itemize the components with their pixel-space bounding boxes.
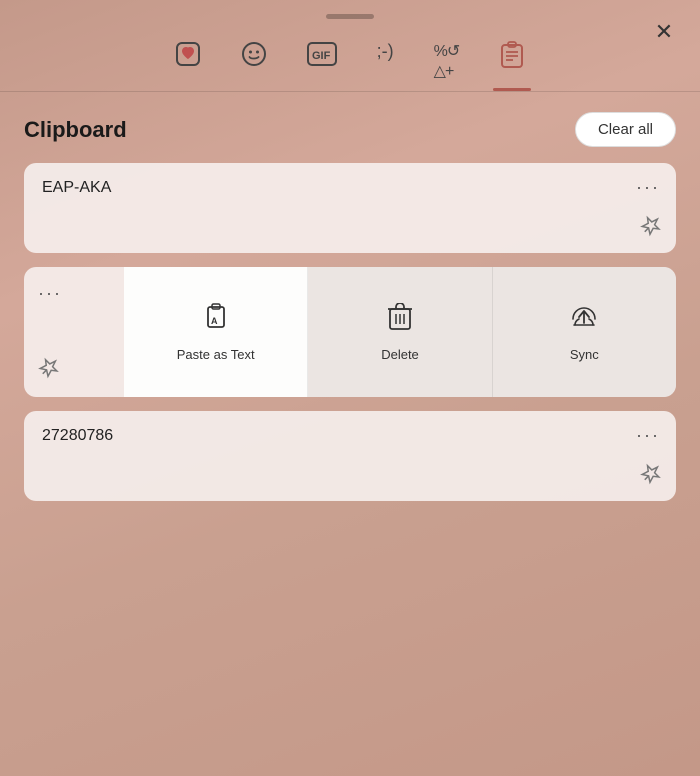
kaomoji-icon: ;-) bbox=[377, 41, 394, 62]
paste-as-text-button[interactable]: A Paste as Text bbox=[124, 267, 308, 397]
clipboard-item-2-more[interactable]: ··· bbox=[38, 283, 62, 304]
clipboard-item-3-more[interactable]: ··· bbox=[636, 425, 660, 446]
tab-divider bbox=[0, 91, 700, 92]
tab-clipboard[interactable] bbox=[491, 35, 533, 91]
clipboard-panel: Clipboard Clear all EAP-AKA ··· ··· bbox=[0, 112, 700, 501]
close-button[interactable]: ✕ bbox=[646, 14, 682, 50]
clipboard-item-3[interactable]: 27280786 ··· bbox=[24, 411, 676, 501]
tab-stickers[interactable] bbox=[167, 35, 209, 91]
tab-gif[interactable]: GIF bbox=[299, 35, 345, 91]
delete-icon bbox=[387, 303, 413, 337]
clipboard-header: Clipboard Clear all bbox=[24, 112, 676, 147]
close-icon: ✕ bbox=[655, 19, 673, 45]
clipboard-item-1[interactable]: EAP-AKA ··· bbox=[24, 163, 676, 253]
tab-bar: GIF ;-) %↺△+ bbox=[0, 27, 700, 91]
clipboard-item-2-pin[interactable] bbox=[32, 353, 64, 385]
tab-emoji[interactable] bbox=[233, 35, 275, 91]
context-menu: A Paste as Text Delete bbox=[124, 267, 676, 397]
clipboard-item-1-more[interactable]: ··· bbox=[636, 177, 660, 198]
clipboard-item-2-left: ··· bbox=[24, 267, 124, 397]
clipboard-item-3-pin[interactable] bbox=[634, 459, 666, 491]
gif-icon: GIF bbox=[307, 41, 337, 74]
svg-text:GIF: GIF bbox=[312, 50, 331, 62]
symbols-icon: %↺△+ bbox=[434, 41, 460, 81]
clipboard-title: Clipboard bbox=[24, 117, 127, 143]
tab-symbols[interactable]: %↺△+ bbox=[426, 35, 468, 91]
drag-bar bbox=[326, 14, 374, 19]
sync-button[interactable]: Sync bbox=[493, 267, 676, 397]
clipboard-item-2: ··· A Paste as Text bbox=[24, 267, 676, 397]
sync-label: Sync bbox=[570, 347, 599, 362]
clipboard-icon bbox=[499, 41, 525, 76]
drag-handle bbox=[0, 0, 700, 27]
paste-as-text-icon: A bbox=[202, 303, 230, 337]
paste-as-text-label: Paste as Text bbox=[177, 347, 255, 362]
delete-button[interactable]: Delete bbox=[308, 267, 492, 397]
sync-icon bbox=[569, 303, 599, 337]
clear-all-button[interactable]: Clear all bbox=[575, 112, 676, 147]
clipboard-item-1-text: EAP-AKA bbox=[42, 179, 111, 196]
tab-kaomoji[interactable]: ;-) bbox=[369, 35, 402, 91]
svg-text:A: A bbox=[211, 316, 218, 326]
clipboard-item-1-pin[interactable] bbox=[634, 211, 666, 243]
clipboard-item-3-text: 27280786 bbox=[42, 427, 113, 444]
delete-label: Delete bbox=[381, 347, 419, 362]
stickers-icon bbox=[175, 41, 201, 74]
emoji-icon bbox=[241, 41, 267, 74]
